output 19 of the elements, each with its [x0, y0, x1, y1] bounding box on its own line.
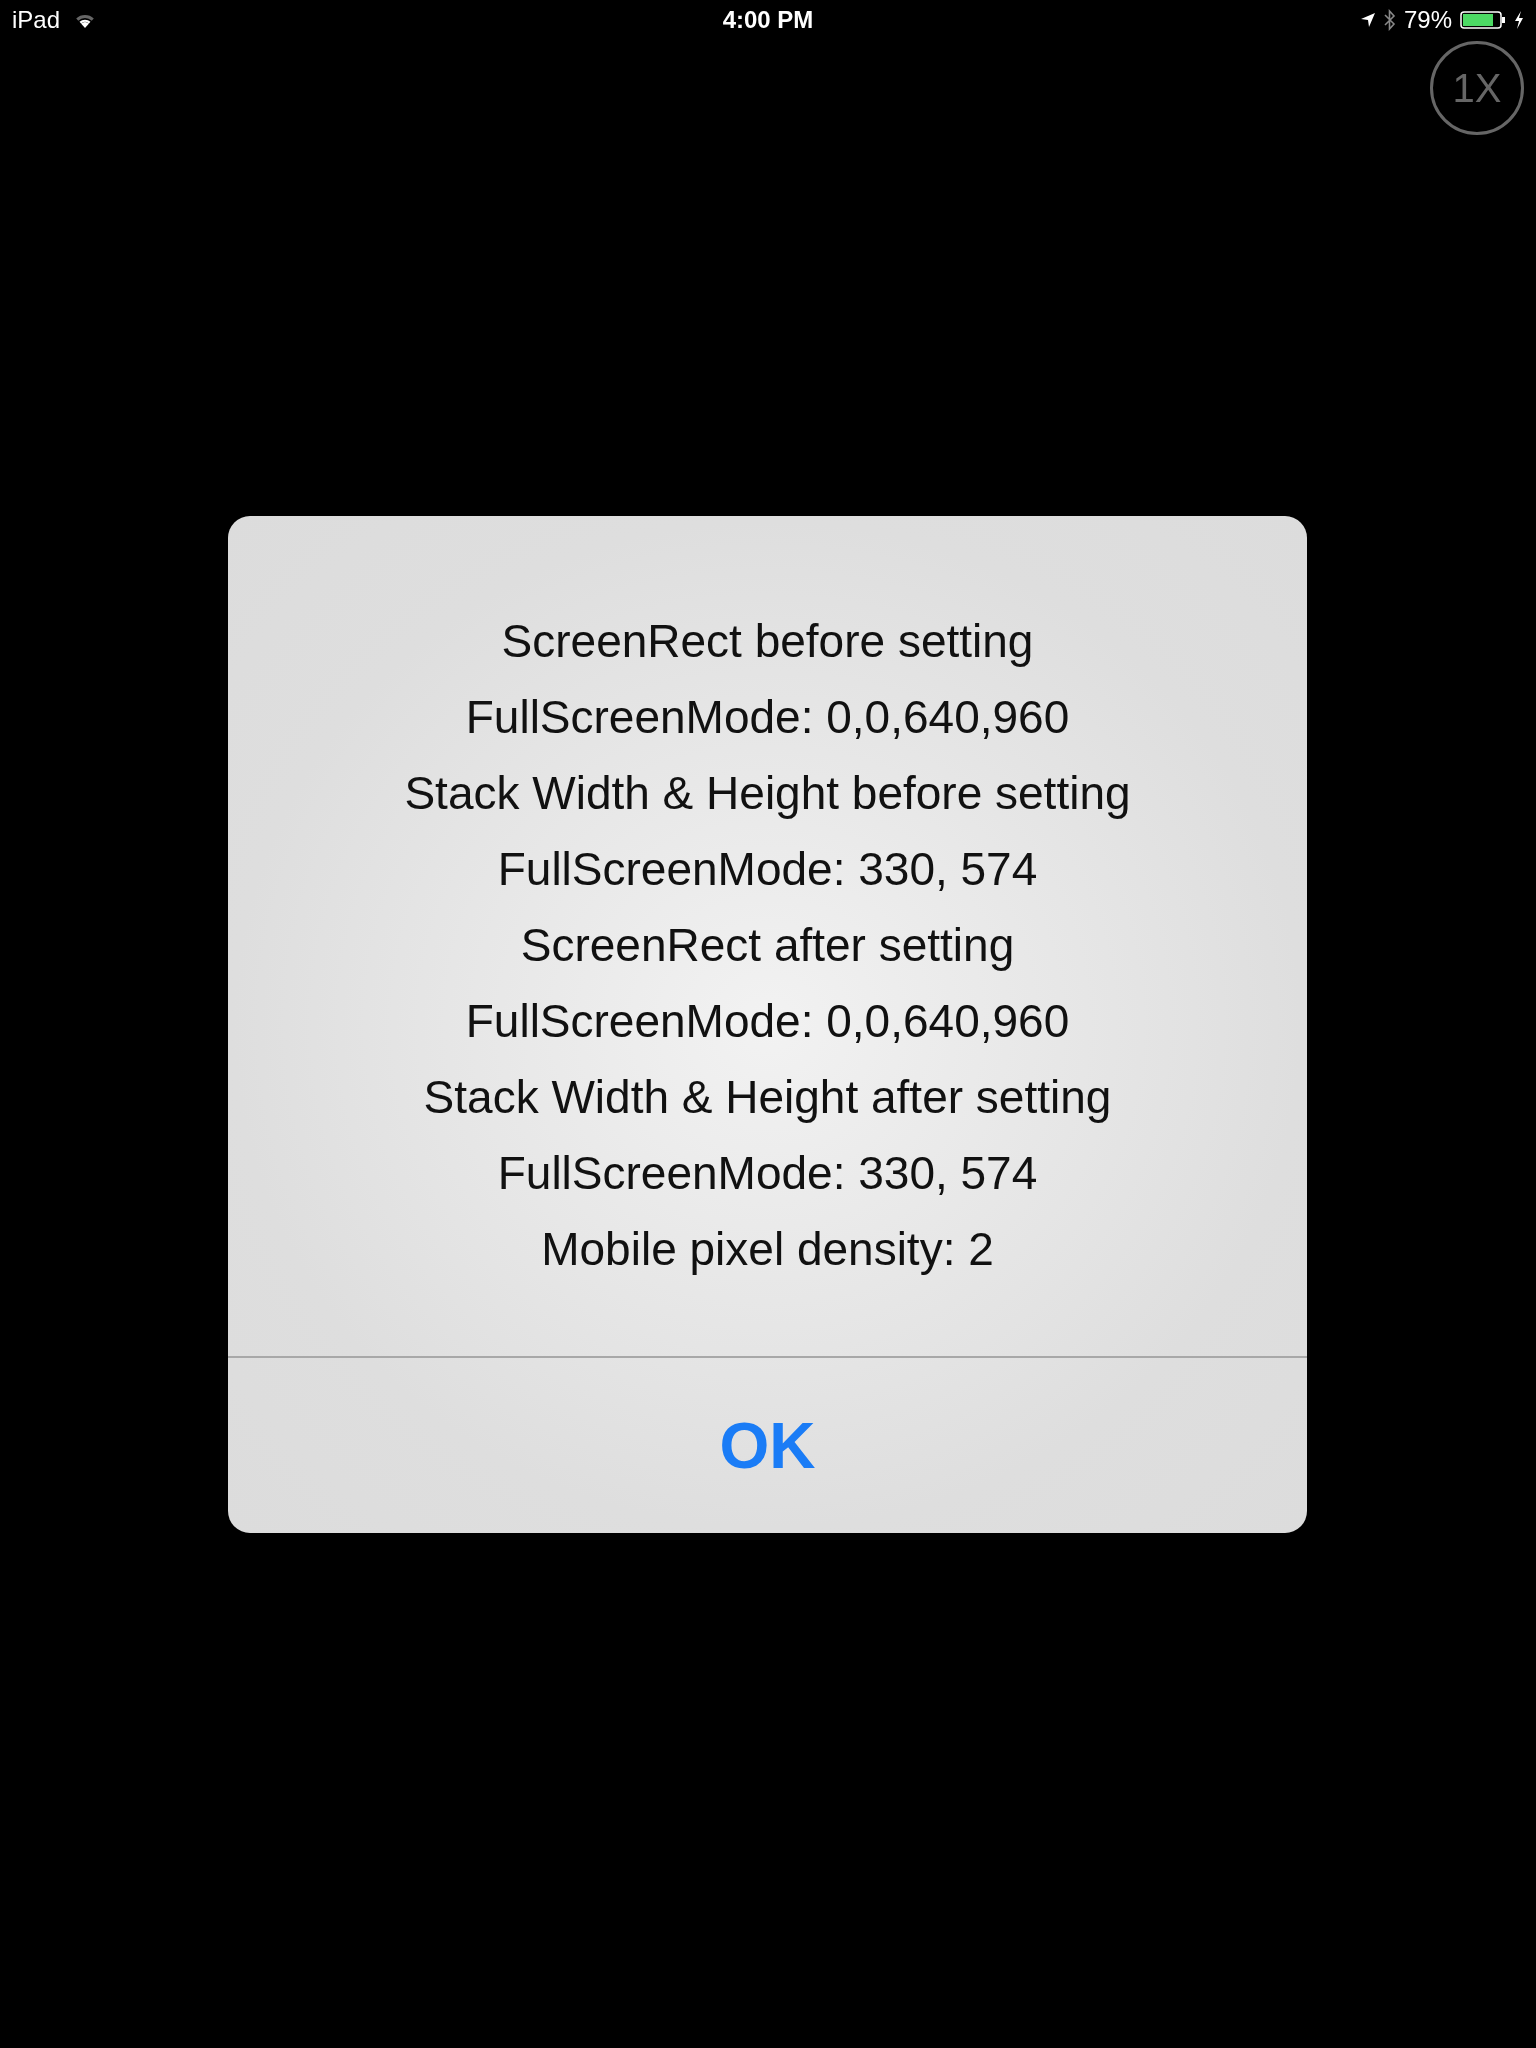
wifi-icon	[74, 12, 97, 28]
alert-message-line: FullScreenMode: 0,0,640,960	[464, 994, 1071, 1049]
alert-message-line: ScreenRect before setting	[500, 614, 1035, 669]
alert-message-line: FullScreenMode: 330, 574	[496, 1146, 1039, 1201]
ok-button[interactable]: OK	[228, 1358, 1307, 1533]
bluetooth-icon	[1383, 9, 1396, 31]
alert-message-line: FullScreenMode: 0,0,640,960	[464, 690, 1071, 745]
alert-message-line: Stack Width & Height before setting	[403, 766, 1132, 821]
device-name: iPad	[12, 6, 61, 34]
location-arrow-icon	[1359, 12, 1376, 28]
clock-time: 4:00 PM	[722, 6, 814, 34]
battery-percent: 79%	[1403, 6, 1452, 34]
alert-message-line: FullScreenMode: 330, 574	[496, 842, 1039, 897]
battery-icon	[1460, 10, 1506, 30]
alert-message-line: Mobile pixel density: 2	[540, 1222, 995, 1277]
alert-message-line: Stack Width & Height after setting	[422, 1070, 1113, 1125]
charging-bolt-icon	[1514, 11, 1524, 29]
alert-message-line: ScreenRect after setting	[519, 918, 1016, 973]
zoom-button[interactable]: 1X	[1430, 41, 1524, 135]
